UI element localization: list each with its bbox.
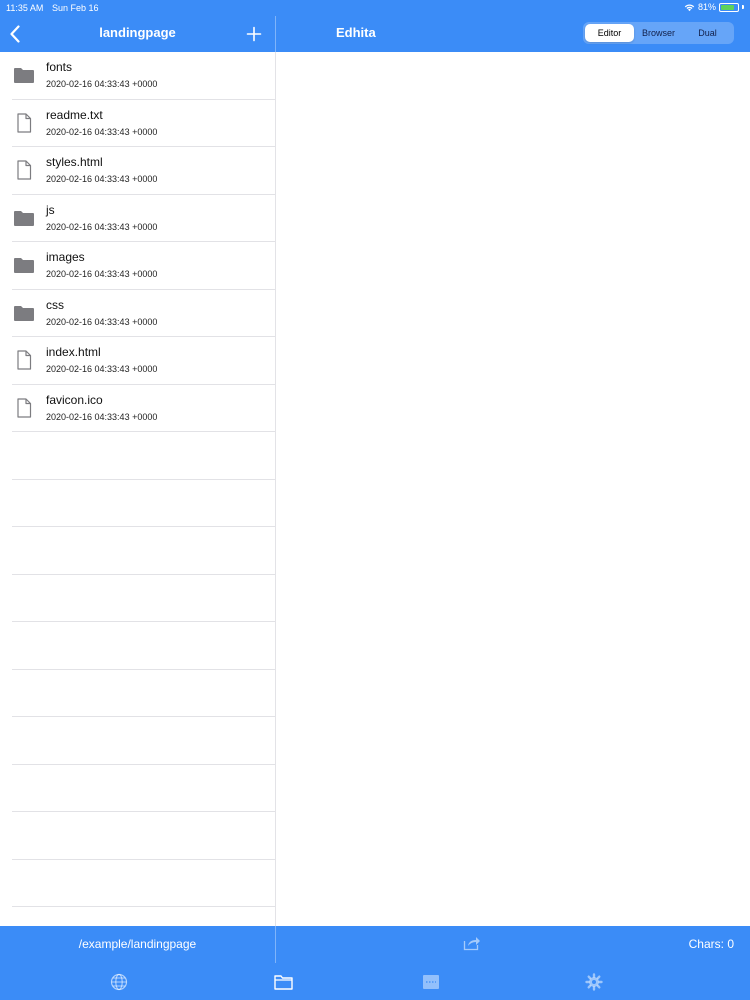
file-name: images [46, 250, 85, 264]
globe-icon [110, 973, 127, 990]
app-window: 11:35 AM Sun Feb 16 81% landingpage Edhi… [0, 0, 750, 1000]
battery-icon [719, 2, 739, 12]
file-row-favicon[interactable]: favicon.ico 2020-02-16 04:33:43 +0000 [12, 385, 275, 432]
bottom-toolbar: /example/landingpage Chars: 0 [0, 926, 750, 963]
chevron-left-icon [10, 25, 20, 43]
view-mode-segmented-control: Editor Browser Dual [583, 22, 734, 44]
gear-icon [584, 972, 603, 991]
file-row-index[interactable]: index.html 2020-02-16 04:33:43 +0000 [12, 337, 275, 385]
empty-row [12, 717, 275, 765]
file-date: 2020-02-16 04:33:43 +0000 [46, 269, 158, 279]
editor-nav: Edhita Editor Browser Dual [276, 16, 750, 52]
file-date: 2020-02-16 04:33:43 +0000 [46, 411, 158, 422]
current-path: /example/landingpage [78, 937, 197, 951]
folder-icon [12, 302, 36, 324]
file-name: favicon.ico [46, 392, 103, 407]
tab-bar [0, 963, 750, 1000]
toolbar-divider [275, 926, 276, 963]
empty-row [12, 575, 275, 622]
tab-settings[interactable] [500, 963, 687, 1000]
file-date: 2020-02-16 04:33:43 +0000 [46, 364, 158, 374]
back-button[interactable] [4, 22, 26, 46]
file-date: 2020-02-16 04:33:43 +0000 [46, 79, 158, 89]
tab-browser[interactable] [25, 963, 212, 1000]
status-right: 81% [684, 2, 744, 12]
segment-editor[interactable]: Editor [585, 24, 634, 42]
battery-cap [742, 5, 744, 9]
file-name: css [46, 297, 64, 312]
file-row-images[interactable]: images 2020-02-16 04:33:43 +0000 [12, 242, 275, 290]
file-name: fonts [46, 60, 73, 74]
tab-keyboard[interactable] [337, 963, 524, 1000]
document-icon [12, 112, 36, 134]
file-name: styles.html [46, 155, 103, 169]
empty-row [12, 670, 275, 717]
file-date: 2020-02-16 04:33:43 +0000 [46, 221, 158, 232]
file-row-css[interactable]: css 2020-02-16 04:33:43 +0000 [12, 290, 275, 337]
folder-icon [12, 207, 36, 229]
text-editor-area[interactable] [276, 52, 750, 926]
battery-level [721, 4, 734, 10]
file-row-fonts[interactable]: fonts 2020-02-16 04:33:43 +0000 [12, 52, 275, 100]
share-button[interactable] [463, 935, 481, 953]
file-date: 2020-02-16 04:33:43 +0000 [46, 316, 158, 327]
empty-row [12, 860, 275, 907]
file-date: 2020-02-16 04:33:43 +0000 [46, 126, 158, 137]
share-icon [463, 937, 480, 951]
empty-row [12, 480, 275, 527]
wifi-icon [684, 3, 695, 11]
file-row-js[interactable]: js 2020-02-16 04:33:43 +0000 [12, 195, 275, 242]
empty-row [12, 812, 275, 860]
folder-icon [274, 974, 293, 990]
top-header: 11:35 AM Sun Feb 16 81% landingpage Edhi… [0, 0, 750, 52]
plus-icon [246, 26, 262, 42]
file-name: index.html [46, 345, 101, 359]
empty-row [12, 527, 275, 575]
file-date: 2020-02-16 04:33:43 +0000 [46, 174, 158, 184]
file-name: js [46, 202, 55, 217]
keyboard-icon [422, 974, 439, 989]
status-date: Sun Feb 16 [52, 3, 99, 13]
file-browser-nav: landingpage [0, 16, 275, 52]
file-list: fonts 2020-02-16 04:33:43 +0000 readme.t… [0, 52, 275, 926]
file-row-readme[interactable]: readme.txt 2020-02-16 04:33:43 +0000 [12, 100, 275, 147]
empty-row [12, 765, 275, 812]
folder-icon [12, 254, 36, 276]
segment-browser[interactable]: Browser [634, 24, 683, 42]
app-title: Edhita [336, 25, 376, 40]
document-icon [12, 397, 36, 419]
file-row-styles[interactable]: styles.html 2020-02-16 04:33:43 +0000 [12, 147, 275, 195]
add-file-button[interactable] [243, 22, 265, 46]
char-count: Chars: 0 [688, 937, 734, 951]
folder-title: landingpage [99, 25, 176, 40]
status-bar: 11:35 AM Sun Feb 16 81% [0, 0, 750, 16]
empty-row [12, 622, 275, 670]
document-icon [12, 159, 36, 181]
battery-percent: 81% [697, 2, 716, 12]
document-icon [12, 349, 36, 371]
status-time: 11:35 AM [6, 3, 44, 13]
empty-row [12, 432, 275, 480]
segment-dual[interactable]: Dual [683, 24, 732, 42]
file-name: readme.txt [46, 107, 103, 122]
folder-icon [12, 64, 36, 86]
